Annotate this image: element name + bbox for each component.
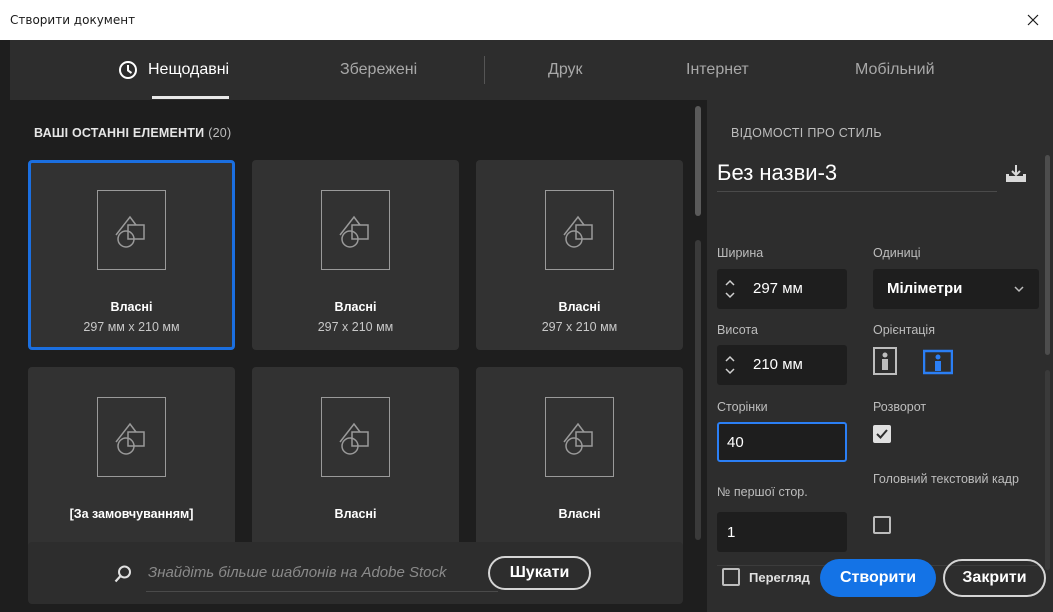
card-dimensions: 297 мм x 210 мм [83, 320, 180, 334]
start-page-label: № першої стор. [717, 485, 808, 499]
height-label: Висота [717, 323, 758, 337]
document-thumbnail [97, 397, 166, 477]
document-thumbnail [545, 190, 614, 270]
tab-web[interactable]: Інтернет [686, 40, 749, 100]
width-value: 297 мм [753, 280, 803, 297]
details-scrollbar-track [1045, 370, 1050, 570]
save-preset-icon[interactable] [1004, 164, 1028, 184]
height-field[interactable]: 210 мм [717, 345, 847, 385]
card-dimensions: 297 x 210 мм [541, 320, 618, 334]
facing-pages-checkbox[interactable] [873, 425, 891, 443]
units-value: Міліметри [887, 280, 963, 297]
tab-print-label: Друк [548, 61, 583, 78]
document-shapes-icon [115, 422, 145, 455]
recent-items-title: ВАШІ ОСТАННІ ЕЛЕМЕНТИ [34, 126, 205, 140]
preset-details-heading: ВІДОМОСТІ ПРО СТИЛЬ [731, 126, 882, 140]
recent-items-scrollbar[interactable] [695, 100, 703, 612]
window-titlebar: Створити документ [0, 0, 1053, 40]
document-thumbnail [97, 190, 166, 270]
primary-text-frame-checkbox[interactable] [873, 516, 891, 534]
recent-item-card[interactable]: Власні 297 x 210 мм [476, 160, 683, 350]
chevron-down-icon [1014, 286, 1024, 293]
tab-saved-label: Збережені [340, 61, 418, 78]
document-shapes-icon [339, 422, 369, 455]
document-thumbnail [321, 397, 390, 477]
width-label: Ширина [717, 246, 764, 260]
card-name: Власні [558, 507, 601, 521]
stepper-arrows-icon[interactable] [723, 275, 737, 303]
tab-recent-label: Нещодавні [148, 61, 230, 78]
tab-separator [484, 56, 485, 84]
document-thumbnail [321, 190, 390, 270]
recent-items-panel: ВАШІ ОСТАННІ ЕЛЕМЕНТИ (20) Власні 297 мм … [10, 100, 695, 612]
stepper-arrows-icon[interactable] [723, 351, 737, 379]
close-icon [1027, 14, 1039, 26]
recent-item-card[interactable]: Власні 297 x 210 мм [252, 160, 459, 350]
card-name: Власні [558, 300, 601, 314]
search-icon [114, 565, 131, 583]
primary-text-frame-label: Головний текстовий кадр [873, 472, 1019, 486]
details-scrollbar-thumb[interactable] [1045, 155, 1050, 355]
preset-details-panel: ВІДОМОСТІ ПРО СТИЛЬ Без назви-3 Ширина 2… [707, 100, 1053, 612]
tab-saved[interactable]: Збережені [340, 40, 417, 100]
stock-search-bar: Шукати [28, 542, 683, 604]
active-tab-indicator [152, 96, 230, 99]
close-window-button[interactable] [1021, 8, 1045, 32]
recent-items-heading: ВАШІ ОСТАННІ ЕЛЕМЕНТИ (20) [34, 126, 231, 140]
width-field[interactable]: 297 мм [717, 269, 847, 309]
pages-label: Сторінки [717, 400, 768, 414]
pages-input[interactable] [717, 422, 847, 462]
preview-label: Перегляд [749, 570, 810, 585]
scrollbar-thumb[interactable] [695, 106, 701, 216]
tab-mobile-label: Мобільний [855, 61, 935, 78]
portrait-orientation-icon[interactable] [873, 347, 897, 375]
card-name: Власні [334, 507, 377, 521]
recent-item-card[interactable]: Власні [252, 367, 459, 557]
search-button[interactable]: Шукати [488, 556, 591, 590]
close-button[interactable]: Закрити [943, 559, 1046, 597]
preview-checkbox[interactable] [722, 568, 740, 586]
document-shapes-icon [339, 215, 369, 248]
landscape-orientation-icon[interactable] [923, 347, 953, 375]
document-shapes-icon [563, 215, 593, 248]
preset-name-field[interactable]: Без назви-3 [717, 160, 997, 192]
scrollbar-track [695, 240, 701, 540]
units-label: Одиниці [873, 246, 921, 260]
tab-mobile[interactable]: Мобільний [855, 40, 935, 100]
category-tabs: Нещодавні Збережені Друк Інтернет Мобіль… [10, 40, 1053, 100]
document-shapes-icon [115, 215, 145, 248]
card-name: Власні [110, 300, 153, 314]
height-value: 210 мм [753, 356, 803, 373]
recent-items-count: (20) [208, 126, 232, 140]
create-button[interactable]: Створити [820, 559, 936, 597]
tab-recent[interactable]: Нещодавні [118, 40, 230, 100]
orientation-label: Орієнтація [873, 323, 935, 337]
new-document-dialog: Нещодавні Збережені Друк Інтернет Мобіль… [0, 40, 1053, 612]
document-shapes-icon [563, 422, 593, 455]
document-thumbnail [545, 397, 614, 477]
recent-item-card[interactable]: Власні 297 мм x 210 мм [28, 160, 235, 350]
recent-item-card[interactable]: [За замовчуванням] [28, 367, 235, 557]
card-dimensions: 297 x 210 мм [317, 320, 394, 334]
stock-search-input[interactable] [146, 554, 498, 592]
tab-print[interactable]: Друк [548, 40, 583, 100]
card-name: [За замовчуванням] [69, 507, 194, 521]
start-page-input[interactable] [717, 512, 847, 552]
tab-web-label: Інтернет [686, 61, 749, 78]
window-title: Створити документ [10, 13, 136, 27]
clock-icon [119, 61, 137, 79]
checkmark-icon [876, 429, 888, 439]
facing-pages-label: Розворот [873, 400, 927, 414]
card-name: Власні [334, 300, 377, 314]
recent-item-card[interactable]: Власні [476, 367, 683, 557]
units-select[interactable]: Міліметри [873, 269, 1039, 309]
